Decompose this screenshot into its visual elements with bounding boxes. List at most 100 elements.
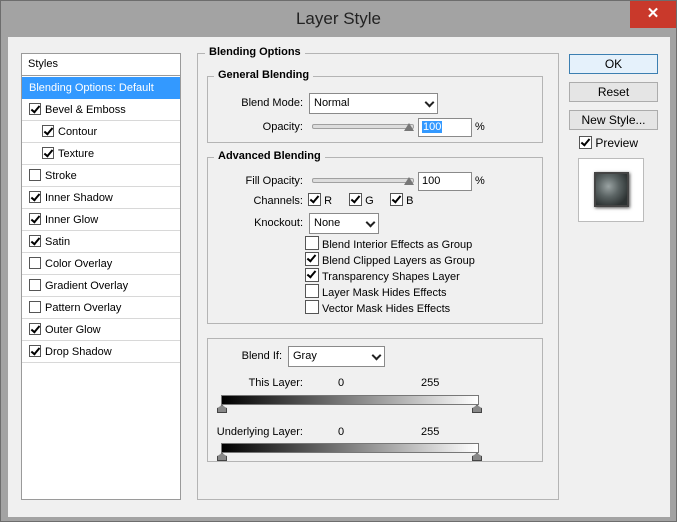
opacity-slider[interactable]	[312, 124, 414, 129]
advanced-option[interactable]: Vector Mask Hides Effects	[305, 300, 450, 316]
blend-if-select[interactable]: Gray	[288, 346, 385, 367]
style-checkbox[interactable]	[29, 301, 41, 313]
fill-opacity-unit: %	[475, 175, 485, 187]
reset-button[interactable]: Reset	[569, 82, 658, 102]
opacity-slider-thumb[interactable]	[404, 123, 414, 131]
advanced-option-checkbox[interactable]	[305, 284, 319, 298]
style-item-label: Stroke	[45, 170, 77, 182]
style-checkbox[interactable]	[42, 147, 54, 159]
this-layer-max-thumb[interactable]	[472, 405, 482, 413]
opacity-label: Opacity:	[262, 121, 303, 133]
channel-b[interactable]: B	[390, 193, 413, 207]
channel-r-checkbox[interactable]	[308, 193, 321, 206]
style-checkbox[interactable]	[29, 191, 41, 203]
advanced-blending-title: Advanced Blending	[214, 150, 325, 162]
general-blending-group: General Blending Blend Mode: Normal Opac…	[207, 69, 543, 143]
style-item[interactable]: Contour	[22, 121, 180, 143]
general-blending-title: General Blending	[214, 69, 314, 81]
advanced-option[interactable]: Blend Clipped Layers as Group	[305, 252, 475, 268]
advanced-option[interactable]: Layer Mask Hides Effects	[305, 284, 447, 300]
title-bar[interactable]: Layer Style ✕	[1, 1, 676, 37]
style-checkbox[interactable]	[29, 323, 41, 335]
channel-b-checkbox[interactable]	[390, 193, 403, 206]
channel-r[interactable]: R	[308, 193, 332, 207]
style-checkbox[interactable]	[29, 235, 41, 247]
style-item-label: Contour	[58, 126, 98, 138]
fill-opacity-label: Fill Opacity:	[245, 175, 303, 187]
this-layer-gradient[interactable]	[221, 395, 479, 405]
blending-options-title: Blending Options	[205, 46, 305, 58]
style-item[interactable]: Pattern Overlay	[22, 297, 180, 319]
channel-g-label: G	[365, 195, 374, 207]
style-checkbox[interactable]	[29, 345, 41, 357]
ok-button[interactable]: OK	[569, 54, 658, 74]
styles-list: Styles Blending Options: Default Bevel & …	[21, 53, 181, 500]
style-item[interactable]: Blending Options: Default	[22, 77, 180, 99]
advanced-option-checkbox[interactable]	[305, 236, 319, 250]
knockout-label: Knockout:	[254, 217, 303, 229]
knockout-select[interactable]: None	[309, 213, 379, 234]
underlying-layer-min-thumb[interactable]	[217, 453, 227, 461]
style-item-label: Outer Glow	[45, 324, 101, 336]
advanced-option-label: Transparency Shapes Layer	[322, 271, 460, 283]
advanced-option-label: Layer Mask Hides Effects	[322, 287, 447, 299]
style-item[interactable]: Gradient Overlay	[22, 275, 180, 297]
channels-label: Channels:	[253, 195, 303, 207]
style-item-label: Color Overlay	[45, 258, 113, 270]
style-item-label: Drop Shadow	[45, 346, 112, 358]
style-item[interactable]: Inner Shadow	[22, 187, 180, 209]
underlying-layer-max: 255	[421, 426, 440, 438]
preview-thumbnail	[578, 158, 644, 222]
style-item[interactable]: Satin	[22, 231, 180, 253]
style-item-label: Inner Glow	[45, 214, 99, 226]
fill-opacity-input[interactable]: 100	[418, 172, 472, 191]
preview-toggle[interactable]: Preview	[579, 136, 638, 150]
style-item[interactable]: Drop Shadow	[22, 341, 180, 363]
advanced-option-checkbox[interactable]	[305, 268, 319, 282]
channel-b-label: B	[406, 195, 414, 207]
style-item-label: Gradient Overlay	[45, 280, 129, 292]
fill-opacity-slider-thumb[interactable]	[404, 177, 414, 185]
style-checkbox[interactable]	[29, 103, 41, 115]
style-item-label: Pattern Overlay	[45, 302, 122, 314]
channel-g-checkbox[interactable]	[349, 193, 362, 206]
close-icon: ✕	[646, 5, 660, 22]
advanced-option-checkbox[interactable]	[305, 252, 319, 266]
style-item[interactable]: Texture	[22, 143, 180, 165]
channel-g[interactable]: G	[349, 193, 374, 207]
channel-r-label: R	[324, 195, 333, 207]
advanced-option-label: Blend Clipped Layers as Group	[322, 255, 475, 267]
style-checkbox[interactable]	[29, 169, 41, 181]
close-button[interactable]: ✕	[630, 1, 676, 28]
style-checkbox[interactable]	[29, 213, 41, 225]
fill-opacity-slider[interactable]	[312, 178, 414, 183]
new-style-button[interactable]: New Style...	[569, 110, 658, 130]
style-checkbox[interactable]	[29, 257, 41, 269]
style-item[interactable]: Inner Glow	[22, 209, 180, 231]
underlying-layer-max-thumb[interactable]	[472, 453, 482, 461]
this-layer-label: This Layer:	[248, 377, 303, 389]
style-item[interactable]: Color Overlay	[22, 253, 180, 275]
style-item-label: Inner Shadow	[45, 192, 113, 204]
style-checkbox[interactable]	[42, 125, 54, 137]
advanced-blending-group: Advanced Blending Fill Opacity: 100 % Ch…	[207, 150, 543, 324]
underlying-layer-min: 0	[338, 426, 345, 438]
style-checkbox[interactable]	[29, 279, 41, 291]
this-layer-min-thumb[interactable]	[217, 405, 227, 413]
underlying-layer-gradient[interactable]	[221, 443, 479, 453]
opacity-input[interactable]: 100	[418, 118, 472, 137]
style-item-label: Blending Options: Default	[29, 82, 154, 94]
style-item[interactable]: Stroke	[22, 165, 180, 187]
blend-if-label: Blend If:	[241, 350, 282, 362]
advanced-option[interactable]: Blend Interior Effects as Group	[305, 236, 472, 252]
advanced-option[interactable]: Transparency Shapes Layer	[305, 268, 460, 284]
preview-label: Preview	[595, 136, 639, 150]
this-layer-min: 0	[338, 377, 345, 389]
blend-mode-select[interactable]: Normal	[309, 93, 438, 114]
style-item[interactable]: Outer Glow	[22, 319, 180, 341]
style-item[interactable]: Bevel & Emboss	[22, 99, 180, 121]
dialog-body: Styles Blending Options: Default Bevel & …	[8, 37, 670, 517]
style-item-label: Texture	[58, 148, 95, 160]
advanced-option-checkbox[interactable]	[305, 300, 319, 314]
preview-checkbox[interactable]	[579, 136, 592, 149]
